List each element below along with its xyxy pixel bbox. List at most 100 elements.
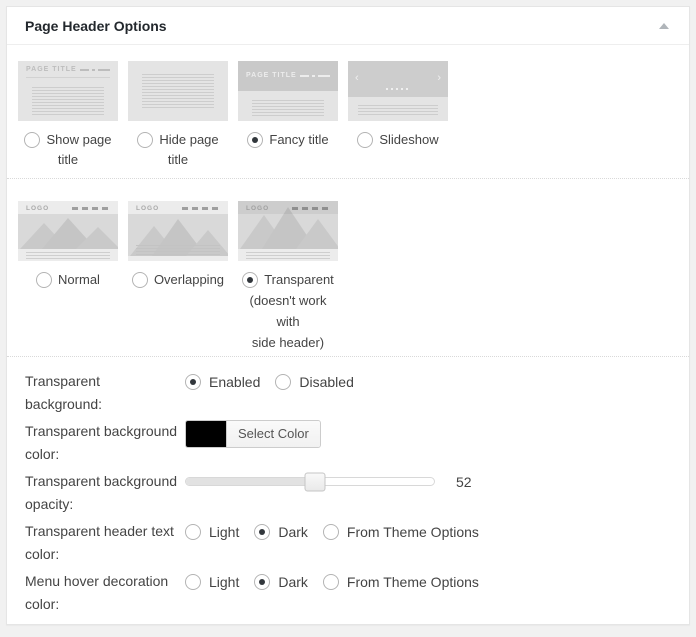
radio-label[interactable]: Disabled — [299, 374, 353, 390]
radio-label[interactable]: From Theme Options — [347, 574, 479, 590]
slideshow-dots-icon — [348, 88, 448, 90]
thumb-transparent[interactable]: LOGO — [238, 201, 338, 261]
page-header-options-panel: Page Header Options PAGE TITLE Show page… — [6, 6, 690, 625]
radio-label[interactable]: Dark — [278, 574, 308, 590]
radio-label[interactable]: Fancy title — [269, 132, 328, 147]
field-label: Transparent background color: — [25, 420, 185, 466]
option-from-theme-options[interactable]: From Theme Options — [323, 524, 479, 540]
opacity-slider-handle[interactable] — [304, 472, 325, 491]
option-dark[interactable]: Dark — [254, 624, 308, 626]
radio-hide-page-title[interactable] — [137, 132, 153, 148]
mountains-graphic — [18, 214, 118, 249]
field-label: Transparent header layout elements color… — [25, 620, 185, 625]
radio-transparent[interactable] — [242, 272, 258, 288]
radio-dark[interactable] — [254, 624, 270, 626]
next-arrow-icon: › — [437, 73, 441, 84]
thumb-logo-text: LOGO — [26, 205, 49, 212]
text-lines-graphic — [32, 87, 104, 116]
radio-label[interactable]: Transparent — [264, 272, 334, 287]
radio-label[interactable]: From Theme Options — [347, 524, 479, 540]
field-background-opacity: Transparent background opacity: 52 — [25, 470, 677, 516]
option-light[interactable]: Light — [185, 524, 239, 540]
opacity-slider-fill — [186, 478, 315, 485]
radio-label[interactable]: From Theme Options — [347, 624, 479, 626]
header-style-section: LOGO Normal LO — [7, 179, 689, 357]
radio-show-page-title[interactable] — [24, 132, 40, 148]
menu-placeholder-icon — [292, 207, 330, 210]
field-transparent-background: Transparent background: Enabled Disabled — [25, 370, 677, 416]
radio-dark[interactable] — [254, 574, 270, 590]
select-color-label[interactable]: Select Color — [226, 421, 320, 447]
divider-line — [26, 77, 110, 78]
menu-placeholder-icon — [80, 69, 110, 71]
option-normal: LOGO Normal — [18, 201, 118, 353]
option-dark[interactable]: Dark — [254, 574, 308, 590]
thumb-page-title-text: PAGE TITLE — [26, 66, 77, 73]
radio-dark[interactable] — [254, 524, 270, 540]
thumb-slideshow[interactable]: ‹ › — [348, 61, 448, 121]
radio-light[interactable] — [185, 524, 201, 540]
radio-label[interactable]: Light — [209, 574, 239, 590]
field-label: Transparent header text color: — [25, 520, 185, 566]
menu-placeholder-icon — [182, 207, 220, 210]
thumb-logo-text: LOGO — [246, 205, 269, 212]
field-label: Transparent background opacity: — [25, 470, 185, 516]
radio-label[interactable]: Slideshow — [379, 132, 438, 147]
opacity-slider[interactable] — [185, 477, 435, 486]
field-header-text-color: Transparent header text color: Light Dar… — [25, 520, 677, 566]
option-from-theme-options[interactable]: From Theme Options — [323, 624, 479, 626]
radio-label[interactable]: Normal — [58, 272, 100, 287]
radio-slideshow[interactable] — [357, 132, 373, 148]
radio-label[interactable]: Hide page title — [159, 132, 218, 167]
radio-fancy-title[interactable] — [247, 132, 263, 148]
transparent-note-line: side header) — [238, 332, 338, 353]
option-show-page-title: PAGE TITLE Show page title — [18, 61, 118, 170]
text-lines-graphic — [26, 252, 110, 261]
option-transparent: LOGO Transparent (doesn't work with side… — [238, 201, 338, 353]
option-fancy-title: PAGE TITLE Fancy title — [238, 61, 338, 170]
radio-overlapping[interactable] — [132, 272, 148, 288]
text-lines-graphic — [358, 105, 438, 115]
text-lines-graphic — [136, 245, 220, 256]
thumb-show-page-title[interactable]: PAGE TITLE — [18, 61, 118, 121]
radio-from-theme-options[interactable] — [323, 624, 339, 626]
thumb-fancy-title[interactable]: PAGE TITLE — [238, 61, 338, 121]
settings-section: Transparent background: Enabled Disabled… — [7, 357, 689, 625]
option-dark[interactable]: Dark — [254, 524, 308, 540]
panel-header: Page Header Options — [7, 7, 689, 45]
radio-label[interactable]: Dark — [278, 524, 308, 540]
thumb-overlapping[interactable]: LOGO — [128, 201, 228, 261]
radio-enabled[interactable] — [185, 374, 201, 390]
radio-from-theme-options[interactable] — [323, 524, 339, 540]
radio-light[interactable] — [185, 624, 201, 626]
radio-label[interactable]: Overlapping — [154, 272, 224, 287]
radio-label[interactable]: Enabled — [209, 374, 260, 390]
option-from-theme-options[interactable]: From Theme Options — [323, 574, 479, 590]
opacity-value: 52 — [456, 474, 472, 490]
select-color-button[interactable]: Select Color — [185, 420, 321, 448]
thumb-page-title-text: PAGE TITLE — [246, 72, 297, 79]
radio-disabled[interactable] — [275, 374, 291, 390]
radio-label[interactable]: Show page title — [46, 132, 111, 167]
option-overlapping: LOGO Overlapping — [128, 201, 228, 353]
option-disabled[interactable]: Disabled — [275, 374, 353, 390]
radio-light[interactable] — [185, 574, 201, 590]
color-swatch[interactable] — [186, 421, 226, 447]
prev-arrow-icon: ‹ — [355, 73, 359, 84]
thumb-hide-page-title[interactable] — [128, 61, 228, 121]
radio-label[interactable]: Light — [209, 624, 239, 626]
field-layout-elements-color: Transparent header layout elements color… — [25, 620, 677, 625]
radio-label[interactable]: Light — [209, 524, 239, 540]
slideshow-band-graphic: ‹ › — [348, 61, 448, 97]
collapse-toggle-icon[interactable] — [659, 23, 669, 29]
image-placeholder — [18, 214, 118, 249]
option-enabled[interactable]: Enabled — [185, 374, 260, 390]
option-light[interactable]: Light — [185, 624, 239, 626]
thumb-normal[interactable]: LOGO — [18, 201, 118, 261]
text-lines-graphic — [142, 74, 214, 108]
radio-from-theme-options[interactable] — [323, 574, 339, 590]
radio-label[interactable]: Dark — [278, 624, 308, 626]
option-light[interactable]: Light — [185, 574, 239, 590]
radio-normal[interactable] — [36, 272, 52, 288]
text-lines-graphic — [246, 252, 330, 261]
